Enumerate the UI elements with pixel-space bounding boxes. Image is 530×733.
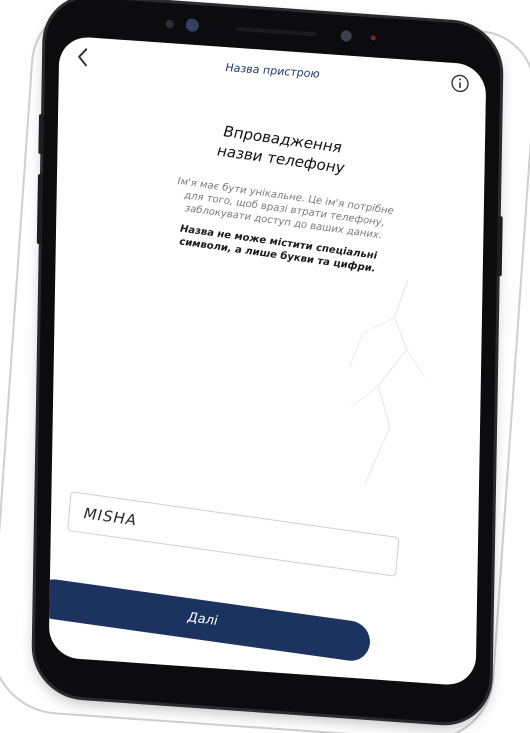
volume-button bbox=[38, 114, 45, 155]
front-camera bbox=[340, 30, 352, 42]
screen-crack-overlay bbox=[349, 279, 425, 485]
phone-frame: Назва пристрою Впровадження назви телефо… bbox=[33, 0, 503, 726]
iris-sensor bbox=[185, 18, 199, 33]
device-name-input[interactable]: MISHA bbox=[67, 491, 400, 577]
power-button bbox=[496, 216, 503, 277]
phone-screen: Назва пристрою Впровадження назви телефо… bbox=[48, 35, 487, 687]
proximity-sensor bbox=[165, 19, 174, 29]
next-button[interactable]: Далі bbox=[48, 576, 372, 664]
content-area: Впровадження назви телефону Ім'я має бут… bbox=[48, 35, 487, 686]
stage: Назва пристрою Впровадження назви телефо… bbox=[0, 0, 530, 733]
bixby-button bbox=[36, 173, 44, 245]
led-indicator bbox=[370, 35, 376, 41]
earpiece bbox=[235, 26, 316, 37]
